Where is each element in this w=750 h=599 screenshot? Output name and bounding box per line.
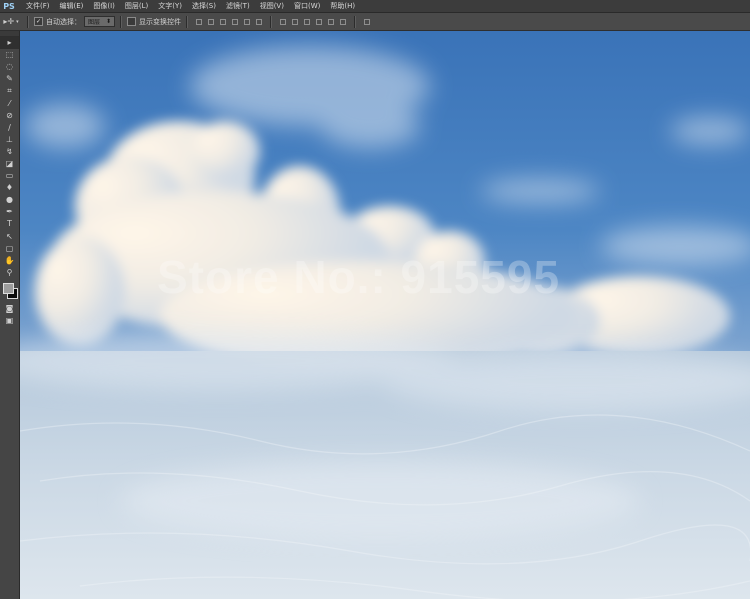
menu-filter[interactable]: 滤镜(T)	[222, 1, 256, 11]
foreground-color-swatch[interactable]	[3, 282, 14, 294]
menu-bar: PS 文件(F) 编辑(E) 图像(I) 图层(L) 文字(Y) 选择(S) 滤…	[0, 0, 750, 13]
chevron-down-icon: ⬍	[106, 18, 112, 25]
history-brush-tool-icon[interactable]: ↯	[0, 146, 19, 158]
auto-select-target-value: 图层	[88, 19, 101, 26]
eraser-tool-icon[interactable]: ◪	[0, 158, 19, 170]
distribute-left-icon[interactable]	[315, 18, 323, 26]
crop-tool-icon[interactable]: ⌗	[0, 85, 19, 97]
healing-brush-tool-icon[interactable]: ⊘	[0, 110, 19, 122]
document-canvas[interactable]: Store No.: 915595	[20, 31, 750, 599]
blur-tool-icon[interactable]: ♦	[0, 182, 19, 194]
chevron-down-icon: ▾	[16, 18, 19, 25]
hand-tool-icon[interactable]: ✋	[0, 255, 19, 267]
show-transform-checkbox[interactable]	[127, 17, 137, 26]
options-bar: ▸✛ ▾ ✓ 自动选择： 图层 ⬍ 显示变换控件	[0, 13, 750, 31]
gradient-tool-icon[interactable]: ▭	[0, 170, 19, 182]
lasso-tool-icon[interactable]: ◌	[0, 61, 19, 73]
menu-window[interactable]: 窗口(W)	[290, 1, 326, 11]
tool-preset-picker[interactable]: ▸✛ ▾	[0, 17, 22, 26]
pen-tool-icon[interactable]: ✒	[0, 206, 19, 218]
clone-stamp-tool-icon[interactable]: ⊥	[0, 134, 19, 146]
menu-select[interactable]: 选择(S)	[188, 1, 222, 11]
sky-cloud-image	[20, 31, 750, 599]
screen-mode-icon[interactable]: ▣	[0, 315, 19, 327]
move-tool-icon: ▸✛	[3, 17, 15, 26]
color-swatches[interactable]	[0, 281, 19, 303]
quick-mask-icon[interactable]: ◙	[0, 303, 19, 315]
brush-tool-icon[interactable]: ∕	[0, 122, 19, 134]
divider	[270, 15, 273, 28]
menu-file[interactable]: 文件(F)	[22, 1, 56, 11]
auto-align-layers-icon[interactable]	[363, 18, 371, 26]
align-top-edges-icon[interactable]	[195, 18, 203, 26]
dodge-tool-icon[interactable]: ●	[0, 194, 19, 206]
auto-select-label: 自动选择：	[46, 17, 81, 26]
align-vertical-centers-icon[interactable]	[207, 18, 215, 26]
divider	[354, 15, 357, 28]
align-horizontal-centers-icon[interactable]	[243, 18, 251, 26]
auto-select-checkbox[interactable]: ✓	[34, 17, 43, 26]
menu-image[interactable]: 图像(I)	[89, 1, 121, 11]
align-bottom-edges-icon[interactable]	[219, 18, 227, 26]
move-tool-icon[interactable]: ▸	[0, 37, 19, 50]
marquee-tool-icon[interactable]: ⬚	[0, 49, 19, 61]
auto-select-target-dropdown[interactable]: 图层 ⬍	[84, 16, 116, 27]
watermark-text: Store No.: 915595	[157, 251, 561, 303]
tool-list: ▸ ⬚ ◌ ✎ ⌗ ⁄ ⊘ ∕ ⊥ ↯ ◪ ▭ ♦ ● ✒ T ↖ ▢ ✋ ⚲	[0, 37, 19, 279]
show-transform-label: 显示变换控件	[139, 17, 182, 26]
distribute-top-icon[interactable]	[279, 18, 287, 26]
path-select-tool-icon[interactable]: ↖	[0, 231, 19, 243]
distribute-vertical-centers-icon[interactable]	[291, 18, 299, 26]
divider	[186, 15, 189, 28]
distribute-bottom-icon[interactable]	[303, 18, 311, 26]
quick-select-tool-icon[interactable]: ✎	[0, 73, 19, 85]
eyedropper-tool-icon[interactable]: ⁄	[0, 97, 19, 109]
zoom-tool-icon[interactable]: ⚲	[0, 267, 19, 279]
menu-layer[interactable]: 图层(L)	[121, 1, 154, 11]
menu-help[interactable]: 帮助(H)	[326, 1, 361, 11]
photoshop-logo: PS	[3, 1, 15, 11]
distribute-right-icon[interactable]	[339, 18, 347, 26]
shape-tool-icon[interactable]: ▢	[0, 243, 19, 255]
divider	[27, 15, 29, 28]
align-right-edges-icon[interactable]	[255, 18, 263, 26]
type-tool-icon[interactable]: T	[0, 218, 19, 230]
divider	[120, 15, 123, 28]
distribute-horizontal-centers-icon[interactable]	[327, 18, 335, 26]
align-left-edges-icon[interactable]	[231, 18, 239, 26]
tools-panel: ▸ ⬚ ◌ ✎ ⌗ ⁄ ⊘ ∕ ⊥ ↯ ◪ ▭ ♦ ● ✒ T ↖ ▢ ✋ ⚲ ◙ ▣	[0, 31, 20, 599]
menu-view[interactable]: 视图(V)	[256, 1, 290, 11]
menu-type[interactable]: 文字(Y)	[154, 1, 188, 11]
menu-edit[interactable]: 编辑(E)	[56, 1, 90, 11]
bottom-tool-list: ◙ ▣	[0, 303, 19, 327]
